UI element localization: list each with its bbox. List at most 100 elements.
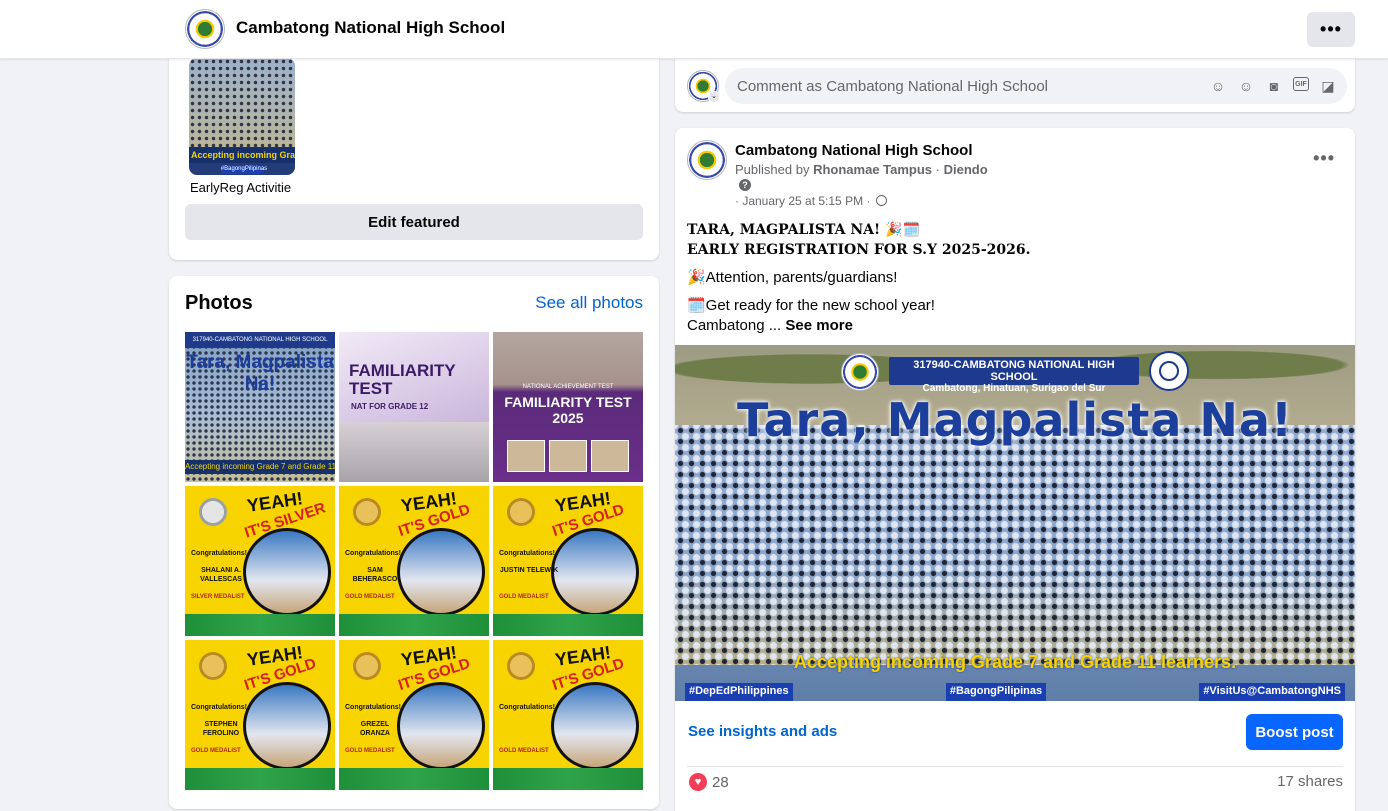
image-tag: #BagongPilipinas [945, 683, 1047, 701]
photo-tile[interactable]: YEAH! IT'S GOLD Congratulations! STEPHEN… [185, 640, 335, 790]
photo-pretitle: NATIONAL ACHIEVEMENT TEST [522, 384, 614, 390]
share-count[interactable]: 17 shares [1277, 773, 1343, 790]
photo-footer: Accepting incoming Grade 7 and Grade 11 … [185, 460, 335, 474]
photo-portrait [551, 528, 639, 616]
photo-people [339, 422, 489, 482]
globe-icon [875, 195, 887, 206]
emoji-icon[interactable]: ☺ [1237, 77, 1255, 95]
medal-icon [353, 498, 381, 526]
photo-athlete-name: SHALANI A. VALLESCAS [200, 567, 242, 583]
photo-portrait [243, 528, 331, 616]
image-tag: #VisitUs@CambatongNHS [1199, 683, 1345, 701]
featured-thumb-tag: #BagongPilipinas [220, 165, 268, 174]
school-logo-icon[interactable] [185, 9, 225, 49]
photo-subtitle: NAT FOR GRADE 12 [351, 402, 429, 411]
photo-medalist: GOLD MEDALIST [191, 748, 241, 754]
photo-grass [493, 768, 643, 790]
gif-icon[interactable]: GIF [1293, 77, 1309, 91]
page-title[interactable]: Cambatong National High School [236, 18, 505, 38]
post-line: Cambatong ... [687, 317, 782, 334]
image-headline: Tara, Magpalista Na! [737, 393, 1293, 447]
post-publisher-line: Published by Rhonamae Tampus · Diendo [735, 162, 988, 177]
school-seal-icon [841, 353, 879, 391]
photo-tile[interactable]: YEAH! IT'S GOLD Congratulations! SAM BEH… [339, 486, 489, 636]
photo-medalist: GOLD MEDALIST [499, 594, 549, 600]
image-tags: #DepEdPhilippines #BagongPilipinas #Visi… [675, 683, 1355, 701]
post-author[interactable]: Cambatong National High School [735, 142, 973, 159]
photos-card: Photos See all photos 317940-CAMBATONG N… [169, 276, 659, 809]
love-reaction-icon[interactable]: ♥ [689, 773, 707, 791]
help-icon[interactable]: ? [739, 179, 751, 191]
photo-grass [493, 614, 643, 636]
see-all-photos-link[interactable]: See all photos [535, 293, 643, 313]
photo-athlete-name: STEPHEN FEROLINO [202, 721, 240, 737]
post-author-avatar[interactable] [687, 140, 727, 180]
photo-tile[interactable]: YEAH! IT'S GOLD Congratulations! GREZEL … [339, 640, 489, 790]
page-header: Cambatong National High School ••• [0, 0, 1388, 59]
post-line: TARA, MAGPALISTA NA! 🎉🗓️ [687, 222, 920, 238]
image-tag: #DepEdPhilippines [685, 683, 793, 701]
post-more-button[interactable]: ••• [1313, 148, 1335, 169]
image-header-line1: 317940-CAMBATONG NATIONAL HIGH SCHOOL [913, 359, 1115, 383]
featured-thumbnail[interactable]: Accepting incoming Grade 7 and Grade 11 … [189, 58, 295, 175]
commenter-avatar[interactable]: ⌄ [687, 70, 720, 103]
photo-grass [185, 768, 335, 790]
photo-congrats: Congratulations! [191, 704, 247, 711]
photo-title: FAMILIARITY TEST [349, 361, 456, 398]
publisher-sep: · [935, 162, 940, 177]
photo-congrats: Congratulations! [345, 704, 401, 711]
photo-congrats: Congratulations! [191, 550, 247, 557]
photo-portrait [551, 682, 639, 770]
post-line-last: Cambatong ... See more [687, 316, 1337, 336]
image-header: 317940-CAMBATONG NATIONAL HIGH SCHOOL Ca… [889, 357, 1139, 394]
photo-grass [339, 614, 489, 636]
photo-medalist: GOLD MEDALIST [499, 748, 549, 754]
see-more-link[interactable]: See more [785, 317, 853, 334]
medal-icon [353, 652, 381, 680]
photo-tile[interactable]: FAMILIARITY TEST NAT FOR GRADE 12 [339, 332, 489, 482]
medal-icon [199, 652, 227, 680]
sticker-icon[interactable]: ◪ [1319, 77, 1337, 95]
photo-headline: Tara, Magpalista Na! [186, 352, 334, 395]
post-image[interactable]: 317940-CAMBATONG NATIONAL HIGH SCHOOL Ca… [675, 345, 1355, 701]
publisher-suffix[interactable]: Diendo [944, 162, 988, 177]
featured-thumb-caption: Accepting incoming Grade 7 and Grade 11 … [189, 146, 295, 164]
more-options-button[interactable]: ••• [1307, 12, 1355, 47]
photos-title: Photos [185, 292, 253, 314]
photo-tile[interactable]: YEAH! IT'S GOLD Congratulations! GOLD ME… [493, 640, 643, 790]
deped-seal-icon [1149, 351, 1189, 391]
photo-congrats: Congratulations! [345, 550, 401, 557]
image-crowd [675, 425, 1355, 665]
publisher-name[interactable]: Rhonamae Tampus [813, 162, 932, 177]
post-card: Cambatong National High School Published… [675, 128, 1355, 811]
photo-athlete-name: SAM BEHERASCO [352, 567, 398, 583]
photo-congrats: Congratulations! [499, 704, 555, 711]
post-line: EARLY REGISTRATION FOR S.Y 2025-2026. [687, 242, 1031, 258]
avatar-sticker-icon[interactable]: ☺ [1209, 77, 1227, 95]
ellipsis-icon: ••• [1320, 19, 1342, 39]
photo-tile[interactable]: YEAH! IT'S SILVER Congratulations! SHALA… [185, 486, 335, 636]
comment-box-card: ⌄ ☺ ☺ ◙ GIF ◪ [675, 50, 1355, 112]
post-timestamp[interactable]: · January 25 at 5:15 PM · [735, 194, 870, 208]
edit-featured-button[interactable]: Edit featured [185, 204, 643, 240]
photo-grass [185, 614, 335, 636]
chevron-down-icon[interactable]: ⌄ [708, 91, 720, 103]
photo-tile[interactable]: YEAH! IT'S GOLD Congratulations! JUSTIN … [493, 486, 643, 636]
photos-grid: 317940-CAMBATONG NATIONAL HIGH SCHOOL Ta… [185, 332, 643, 790]
photo-portrait [397, 528, 485, 616]
photo-pictures [507, 440, 629, 472]
featured-card: Accepting incoming Grade 7 and Grade 11 … [169, 40, 659, 260]
post-date[interactable]: · January 25 at 5:15 PM · [735, 194, 887, 208]
photo-medalist: GOLD MEDALIST [345, 594, 395, 600]
photo-tile[interactable]: 317940-CAMBATONG NATIONAL HIGH SCHOOL Ta… [185, 332, 335, 482]
medal-icon [507, 652, 535, 680]
photo-portrait [397, 682, 485, 770]
reaction-count[interactable]: 28 [712, 774, 729, 791]
featured-label[interactable]: EarlyReg Activitie [190, 180, 291, 195]
photo-header: 317940-CAMBATONG NATIONAL HIGH SCHOOL [185, 332, 335, 348]
see-insights-link[interactable]: See insights and ads [688, 723, 837, 740]
boost-post-button[interactable]: Boost post [1246, 714, 1343, 750]
image-caption: Accepting incoming Grade 7 and Grade 11 … [793, 652, 1237, 672]
photo-tile[interactable]: NATIONAL ACHIEVEMENT TEST FAMILIARITY TE… [493, 332, 643, 482]
camera-icon[interactable]: ◙ [1265, 77, 1283, 95]
